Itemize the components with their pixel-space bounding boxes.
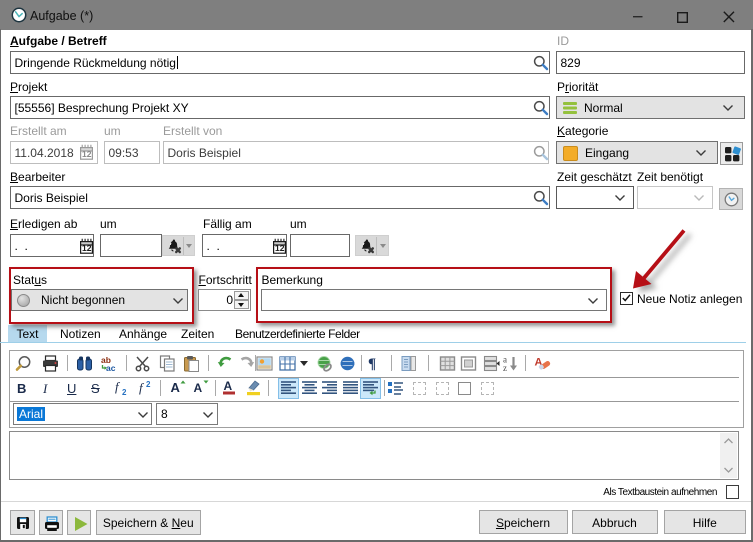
svg-text:2: 2 bbox=[122, 388, 127, 396]
svg-text:A: A bbox=[170, 380, 180, 395]
svg-text:2: 2 bbox=[146, 380, 151, 389]
svg-text:f: f bbox=[115, 379, 121, 394]
svg-text:ac: ac bbox=[106, 363, 116, 372]
svg-text:12: 12 bbox=[82, 243, 92, 253]
svg-text:12: 12 bbox=[82, 149, 92, 159]
svg-text:A: A bbox=[193, 381, 202, 395]
svg-text:z: z bbox=[503, 363, 507, 372]
svg-text:¶: ¶ bbox=[368, 356, 376, 371]
svg-text:f: f bbox=[139, 380, 145, 395]
svg-text:A: A bbox=[223, 379, 232, 393]
svg-text:12: 12 bbox=[275, 243, 285, 253]
